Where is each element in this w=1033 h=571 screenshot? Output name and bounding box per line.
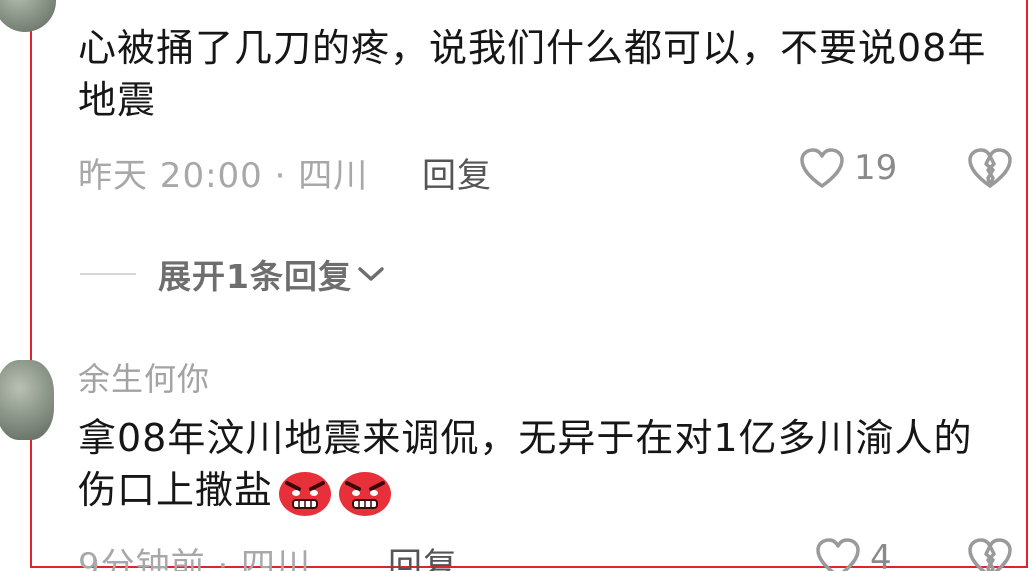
like-count: 4 — [870, 538, 892, 571]
comment-meta: 昨天 20:00 · 四川 — [78, 156, 369, 196]
broken-heart-icon — [968, 148, 1012, 188]
comment-text: 拿08年汶川地震来调侃，无异于在对1亿多川渝人的伤口上撒盐 — [78, 412, 1008, 530]
broken-heart-icon — [968, 538, 1012, 571]
like-count: 19 — [854, 148, 898, 188]
comment-text-content: 拿08年汶川地震来调侃，无异于在对1亿多川渝人的伤口上撒盐 — [78, 416, 973, 512]
reply-button[interactable]: 回复 — [422, 148, 492, 197]
like-button[interactable]: 4 — [814, 536, 892, 571]
avatar[interactable] — [0, 360, 54, 440]
comment-meta: 9分钟前 · 四川 — [78, 546, 312, 571]
avatar[interactable] — [0, 0, 56, 32]
highlight-box: 心被捅了几刀的疼，说我们什么都可以，不要说08年地震 昨天 20:00 · 四川… — [0, 0, 1028, 571]
angry-face-emoji — [337, 467, 393, 530]
reply-button[interactable]: 回复 — [388, 538, 458, 571]
heart-icon — [816, 538, 860, 571]
dislike-button[interactable] — [966, 146, 1014, 194]
expand-replies-label: 展开1条回复 — [158, 257, 352, 296]
divider — [80, 273, 136, 275]
heart-icon — [800, 148, 844, 188]
expand-replies-button[interactable]: 展开1条回复 — [80, 250, 386, 298]
comment-text: 心被捅了几刀的疼，说我们什么都可以，不要说08年地震 — [78, 26, 987, 122]
chevron-down-icon — [358, 267, 384, 281]
comment-username[interactable]: 余生何你 — [78, 354, 210, 400]
angry-face-emoji — [277, 467, 333, 530]
like-button[interactable]: 19 — [798, 146, 897, 190]
dislike-button[interactable] — [966, 536, 1014, 571]
